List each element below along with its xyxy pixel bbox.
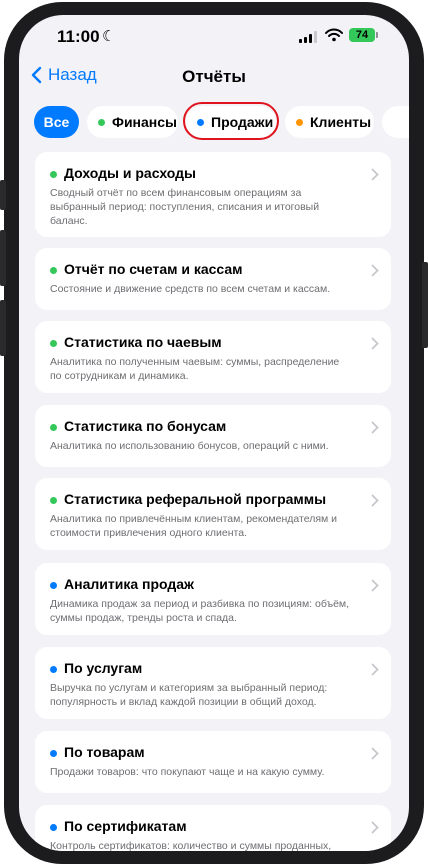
selection-highlight [183,102,279,140]
chip-clients[interactable]: Клиенты [285,106,374,138]
report-description: Состояние и движение средств по всем сче… [50,283,331,295]
report-title: Доходы и расходы [64,165,196,181]
green-dot-icon [50,424,57,431]
report-description: Аналитика по использованию бонусов, опер… [50,440,329,452]
navigation-bar: Назад Отчёты [19,63,409,93]
report-title: Статистика реферальной программы [64,491,327,507]
chevron-right-icon [371,663,379,676]
report-card[interactable]: Аналитика продаж Динамика продаж за пери… [35,563,391,635]
cellular-signal-icon [299,31,319,43]
chip-more[interactable] [382,106,409,138]
report-title: Статистика по бонусам [64,418,227,434]
green-dot-icon [50,171,57,178]
battery-level: 74 [355,29,369,41]
power-button [422,262,428,348]
green-dot-icon [50,267,57,274]
chevron-right-icon [371,168,379,181]
status-time: 11:00 [57,27,100,46]
chevron-right-icon [371,264,379,277]
report-description: Продажи товаров: что покупают чаще и на … [50,766,325,778]
chevron-right-icon [371,579,379,592]
report-description: Динамика продаж за период и разбивка по … [50,598,350,624]
report-card[interactable]: По сертификатам Контроль сертификатов: к… [35,805,391,851]
chip-finance[interactable]: Финансы [87,106,178,138]
report-card[interactable]: По товарам Продажи товаров: что покупают… [35,731,391,793]
report-title: Аналитика продаж [64,576,194,592]
battery-icon: 74 [349,28,375,42]
battery-tip [376,32,378,38]
orange-dot-icon [296,118,303,126]
green-dot-icon [50,340,57,347]
blue-dot-icon [50,666,57,673]
mute-switch [0,180,6,210]
report-card[interactable]: По услугам Выручка по услугам и категори… [35,647,391,719]
report-card[interactable]: Статистика по чаевым Аналитика по получе… [35,321,391,393]
chip-all[interactable]: Все [34,106,79,138]
report-description: Аналитика по привлечённым клиентам, реко… [50,513,338,539]
chip-label: Клиенты [310,114,372,130]
blue-dot-icon [50,582,57,589]
report-description: Аналитика по полученным чаевым: суммы, р… [50,356,340,382]
report-description: Сводный отчёт по всем финансовым операци… [50,187,320,227]
green-dot-icon [98,118,105,126]
chevron-right-icon [371,747,379,760]
report-card[interactable]: Статистика по бонусам Аналитика по испол… [35,405,391,467]
report-title: По услугам [64,660,143,676]
chevron-right-icon [371,494,379,507]
report-card[interactable]: Доходы и расходы Сводный отчёт по всем ф… [35,152,391,237]
moon-icon: ☾ [102,28,116,45]
chip-label: Финансы [112,114,177,130]
chevron-right-icon [371,337,379,350]
blue-dot-icon [50,750,57,757]
page-title: Отчёты [182,67,246,86]
report-title: Статистика по чаевым [64,334,222,350]
report-title: По сертификатам [64,818,187,834]
blue-dot-icon [50,824,57,831]
report-description: Контроль сертификатов: количество и сумм… [50,840,332,851]
screen: 11:00 ☾ 74 Назад Отчёты Все Финансы Прод… [19,15,409,851]
green-dot-icon [50,497,57,504]
chevron-right-icon [371,821,379,834]
chevron-right-icon [371,421,379,434]
report-card[interactable]: Отчёт по счетам и кассам Состояние и дви… [35,248,391,310]
volume-up-button [0,230,6,286]
report-title: По товарам [64,744,145,760]
wifi-icon [325,28,343,42]
report-description: Выручка по услугам и категориям за выбра… [50,682,328,708]
report-card[interactable]: Статистика реферальной программы Аналити… [35,478,391,550]
status-bar: 11:00 ☾ 74 [19,15,409,59]
chip-label: Все [43,114,70,130]
volume-down-button [0,300,6,356]
report-title: Отчёт по счетам и кассам [64,261,243,277]
